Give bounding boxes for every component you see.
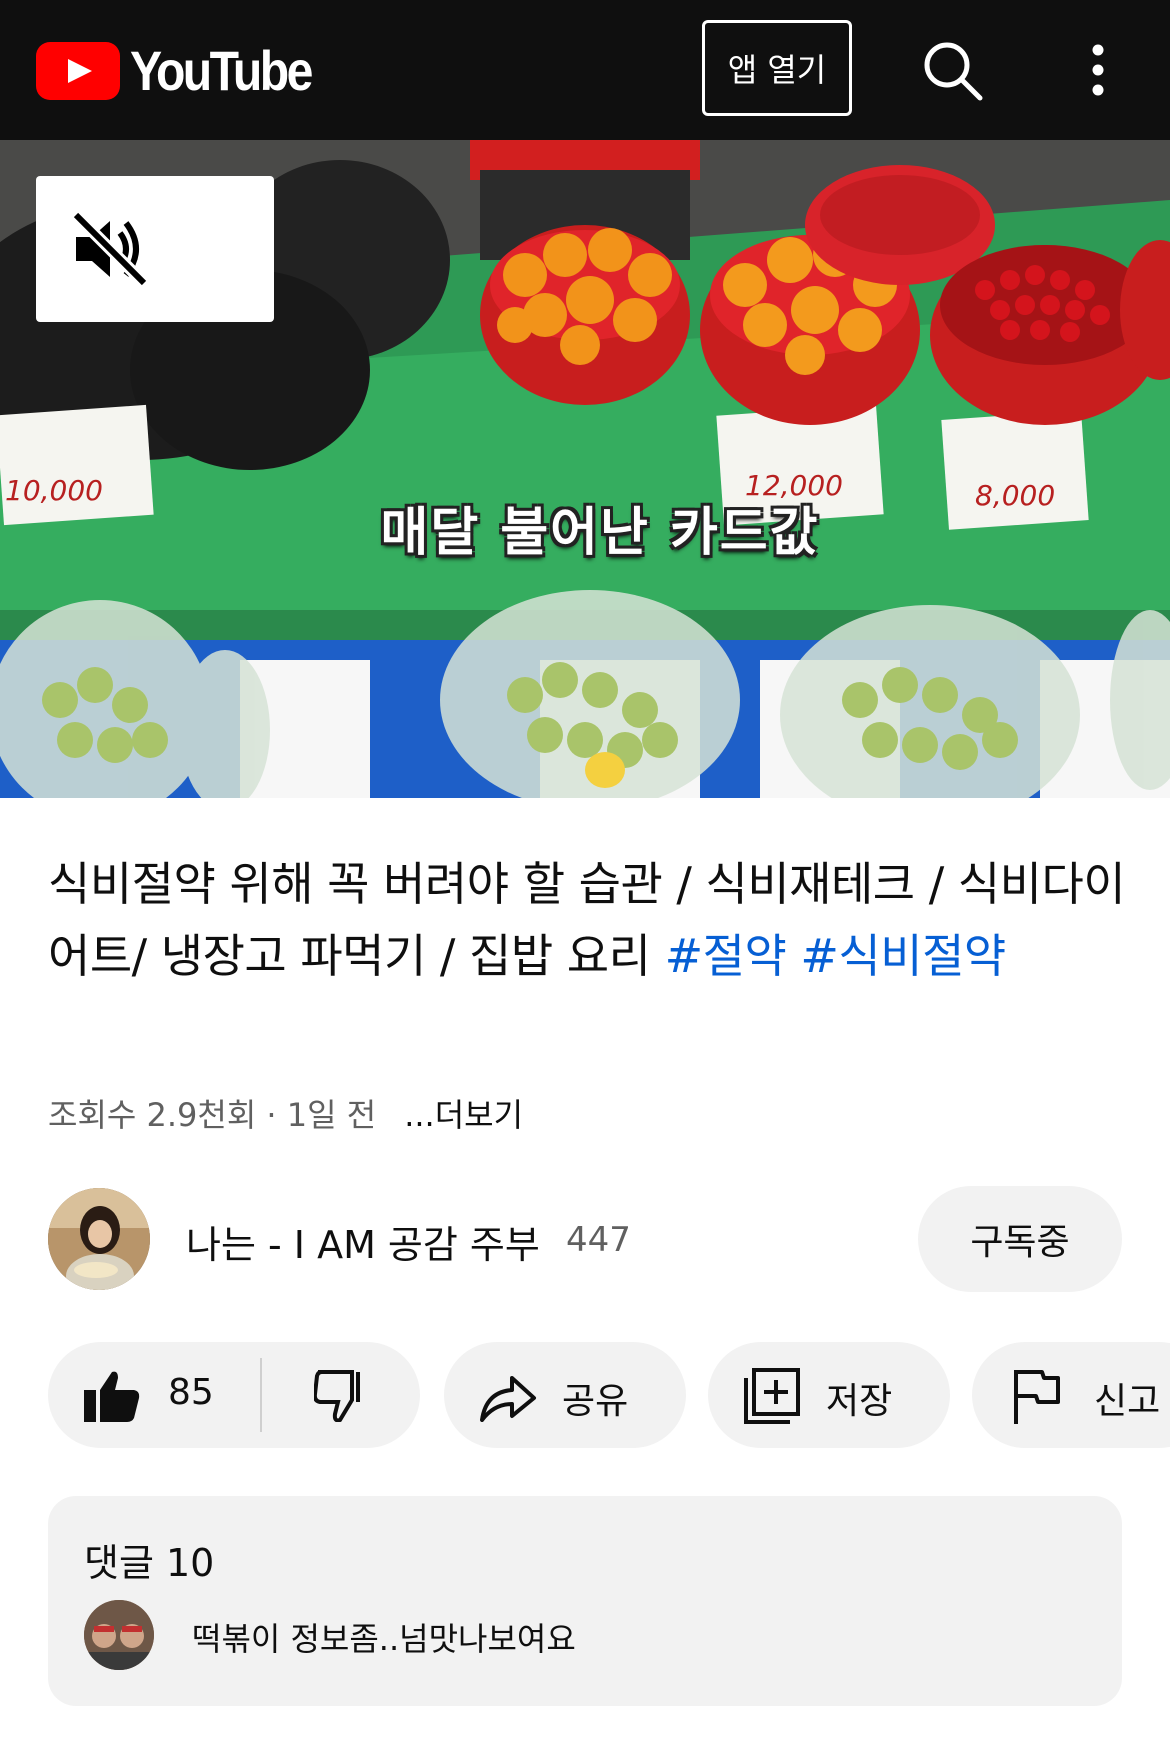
- more-options-button[interactable]: [1080, 42, 1116, 98]
- top-comment-text: 떡볶이 정보좀..넘맛나보여요: [192, 1620, 576, 1658]
- thumbs-down-icon: [314, 1370, 360, 1422]
- flag-icon: [1014, 1370, 1060, 1424]
- comments-section[interactable]: 댓글 10 떡볶이 정보좀..넘맛나보여요: [48, 1496, 1122, 1706]
- share-button[interactable]: 공유: [444, 1342, 686, 1448]
- report-button[interactable]: 신고: [972, 1342, 1170, 1448]
- video-subtitle: 매달 불어난 카드값: [380, 503, 820, 563]
- video-title[interactable]: 식비절약 위해 꼭 버려야 할 습관 / 식비재테크 / 식비다이어트/ 냉장고…: [48, 848, 1128, 992]
- show-more-link[interactable]: ...더보기: [404, 1096, 523, 1134]
- open-app-button[interactable]: 앱 열기: [702, 20, 852, 116]
- video-player[interactable]: 10,000 12,000 8,000 매달 불어난 카드값: [0, 140, 1170, 798]
- hashtag-link[interactable]: #식비절약: [800, 929, 1006, 983]
- commenter-avatar-image: [84, 1600, 154, 1670]
- like-dislike-group: 85: [48, 1342, 420, 1448]
- views-and-date: 조회수 2.9천회 · 1일 전: [48, 1096, 377, 1134]
- channel-name[interactable]: 나는 - I AM 공감 주부: [186, 1214, 540, 1269]
- search-icon: [924, 42, 983, 101]
- hashtag-link[interactable]: #절약: [665, 929, 787, 983]
- logo-text: YouTube: [130, 39, 313, 102]
- dislike-button[interactable]: [262, 1342, 420, 1448]
- playlist-add-icon: [744, 1368, 800, 1424]
- report-label: 신고: [1094, 1381, 1161, 1422]
- youtube-play-icon: [36, 41, 120, 100]
- commenter-avatar: [84, 1600, 154, 1670]
- volume-off-icon: [71, 210, 149, 288]
- channel-avatar[interactable]: [48, 1188, 150, 1290]
- youtube-logo[interactable]: YouTube: [36, 38, 340, 103]
- share-label: 공유: [562, 1381, 629, 1422]
- thumbs-up-icon: [84, 1371, 140, 1422]
- save-button[interactable]: 저장: [708, 1342, 950, 1448]
- search-button[interactable]: [920, 38, 986, 104]
- subscriber-count: 447: [566, 1220, 631, 1260]
- top-app-bar: YouTube 앱 열기: [0, 0, 1170, 140]
- more-vert-icon: [1092, 44, 1104, 96]
- share-icon: [480, 1376, 536, 1422]
- like-button[interactable]: 85: [48, 1342, 260, 1448]
- subscribed-button[interactable]: 구독중: [918, 1186, 1122, 1292]
- comments-title: 댓글 10: [84, 1541, 215, 1585]
- channel-avatar-image: [48, 1188, 150, 1290]
- save-label: 저장: [826, 1381, 893, 1422]
- like-count: 85: [168, 1372, 214, 1413]
- unmute-button[interactable]: [36, 176, 274, 322]
- video-metadata: 조회수 2.9천회 · 1일 전 ...더보기: [48, 1090, 523, 1136]
